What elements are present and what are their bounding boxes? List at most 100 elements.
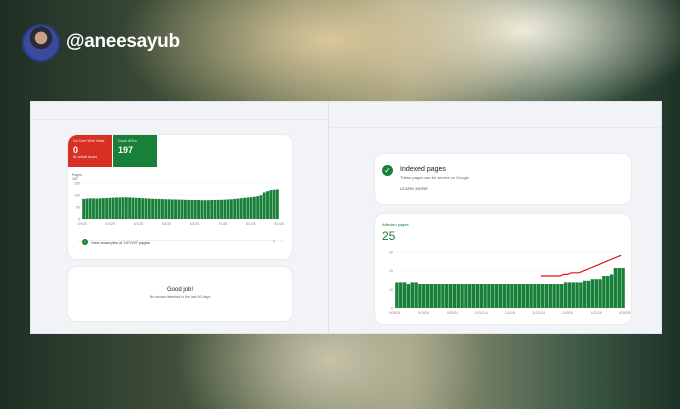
bar <box>429 284 434 308</box>
good-urls-tile[interactable]: Good URLs 197 <box>113 135 157 167</box>
learn-more-link[interactable]: LEARN MORE <box>400 187 428 191</box>
bar <box>586 280 591 308</box>
bar <box>613 268 618 308</box>
bar <box>498 284 503 308</box>
x-tick-label: 8/1/25 <box>246 222 255 226</box>
bar <box>402 282 407 308</box>
bar <box>151 198 155 219</box>
bar <box>479 284 483 308</box>
x-tick-label: 6/1/25 <box>190 222 199 226</box>
bar <box>514 284 518 308</box>
indexed-pages-card: ✓ Indexed pages These pages can be serve… <box>375 154 631 204</box>
x-tick-label: 11/23/24 <box>532 311 545 315</box>
bar <box>422 284 426 308</box>
bar <box>510 284 514 308</box>
good-job-title: Good job! <box>166 287 194 293</box>
pages-bar-chart: 150 100 50 02/9/25 3/1/25 4/1/25 5/1/25 6/1/25 7… <box>74 182 284 227</box>
bar <box>266 191 269 219</box>
poor-urls-tile[interactable]: No Core Web Vitals 0 No critical issues <box>68 135 112 167</box>
bar <box>98 198 102 219</box>
x-tick-label: 1/22/25 <box>591 311 602 315</box>
bar <box>475 284 480 308</box>
bar <box>115 197 118 219</box>
bar <box>494 284 499 308</box>
bar <box>563 282 568 308</box>
bar <box>552 284 556 308</box>
chevron-right-icon[interactable]: › <box>273 239 275 245</box>
bar <box>174 199 178 219</box>
bar <box>223 199 227 219</box>
bar <box>226 199 230 219</box>
bar <box>418 284 422 308</box>
bar <box>108 197 112 219</box>
bar <box>206 200 210 219</box>
bar <box>243 197 246 219</box>
bar <box>506 284 510 308</box>
view-examples-link[interactable]: View examples of 197/197 pages <box>91 240 150 245</box>
affected-bar-chart: 30 20 10 08/26/24 9/16/24 9/30/24 10/12/24 11/2… <box>389 251 631 316</box>
bar <box>124 197 128 219</box>
bar <box>414 282 418 308</box>
bar <box>521 284 526 308</box>
bar <box>128 197 132 219</box>
bar <box>118 197 122 219</box>
bar <box>594 279 598 308</box>
bar <box>468 284 472 308</box>
bar <box>85 198 89 219</box>
bar <box>134 197 138 219</box>
bar <box>406 284 411 308</box>
y-tick-label: 20 <box>389 269 393 273</box>
bar <box>502 284 506 308</box>
bar <box>433 284 437 308</box>
tile-label: No Core Web Vitals <box>73 139 105 143</box>
bar <box>177 199 181 219</box>
x-tick-label: 9/16/24 <box>418 311 429 315</box>
bar <box>138 197 141 219</box>
bar <box>269 190 273 219</box>
bar <box>144 198 148 219</box>
bar <box>88 198 92 219</box>
bar <box>170 199 174 219</box>
bar <box>197 199 200 219</box>
bar <box>180 199 184 219</box>
bar <box>537 284 541 308</box>
affected-label: Affected pages <box>382 222 409 227</box>
x-tick-label: 5/1/25 <box>162 222 171 226</box>
bar <box>141 198 145 219</box>
bar <box>105 197 109 219</box>
bar <box>203 200 207 219</box>
bar <box>95 198 99 219</box>
bar <box>101 198 105 219</box>
indexed-sub: These pages can be served on Google <box>400 175 469 180</box>
bar <box>256 196 260 219</box>
tile-value: 197 <box>118 145 134 155</box>
bar <box>548 284 552 308</box>
bar <box>167 199 171 219</box>
bar <box>272 189 276 219</box>
x-tick-label: 9/1/25 <box>274 222 283 226</box>
bar <box>567 282 572 308</box>
y-tick-label: 0 <box>391 307 393 311</box>
bar <box>395 282 399 308</box>
bar <box>621 268 625 308</box>
bar <box>425 284 430 308</box>
bar <box>193 199 197 219</box>
check-icon: ✓ <box>82 239 88 245</box>
bar <box>575 282 579 308</box>
bar <box>190 199 194 219</box>
bar <box>213 199 217 219</box>
bar <box>216 199 220 219</box>
left-header-line <box>30 119 328 120</box>
bar <box>437 284 441 308</box>
bar <box>525 284 529 308</box>
right-header-line <box>329 127 662 128</box>
tile-label: Good URLs <box>118 139 137 143</box>
author-handle: @aneesayub <box>66 31 180 52</box>
bar <box>220 199 223 219</box>
bar <box>183 199 187 219</box>
bar <box>131 197 135 219</box>
y-tick-label: 10 <box>389 288 393 292</box>
bar <box>399 282 403 308</box>
bar <box>606 276 610 308</box>
bar <box>111 197 115 219</box>
